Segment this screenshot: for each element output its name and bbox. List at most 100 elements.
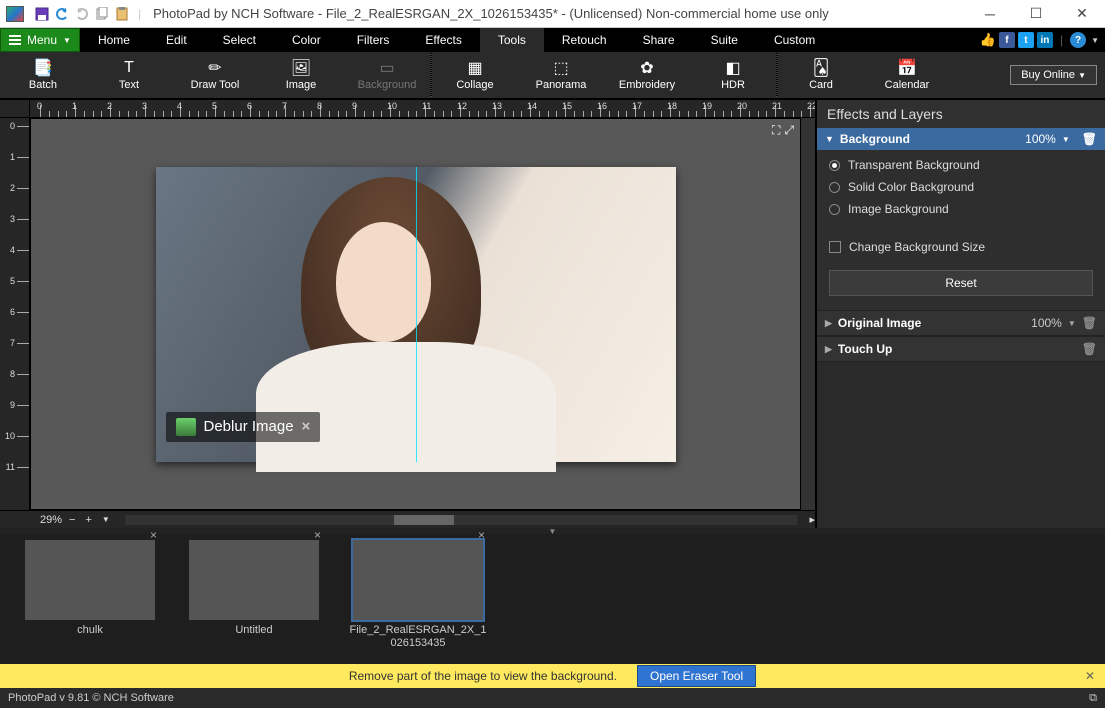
save-icon[interactable] <box>34 6 50 22</box>
tool-card[interactable]: 🂡Card <box>778 59 864 91</box>
scroll-right-arrow[interactable]: ▸ <box>809 513 815 526</box>
twitter-icon[interactable]: t <box>1018 32 1034 48</box>
radio-transparent-background[interactable]: Transparent Background <box>829 158 1093 172</box>
checkbox-icon <box>829 241 841 253</box>
undo-icon[interactable] <box>54 6 70 22</box>
change-bg-size-checkbox[interactable]: Change Background Size <box>829 240 1093 254</box>
canvas-viewport[interactable]: ⛶ ⤢ Deblur Image × <box>30 118 801 510</box>
close-button[interactable]: ✕ <box>1059 0 1105 28</box>
redo-icon[interactable] <box>74 6 90 22</box>
document-thumbnails: ×chulk×Untitled×File_2_RealESRGAN_2X_102… <box>0 534 1105 664</box>
thumbnail-image[interactable]: × <box>189 540 319 620</box>
menu-dropdown[interactable]: Menu ▼ <box>0 28 80 52</box>
canvas-area: 012345678910111213141516171819202122 012… <box>0 100 815 528</box>
thumb-close-icon[interactable]: × <box>314 528 321 542</box>
open-eraser-button[interactable]: Open Eraser Tool <box>637 665 756 687</box>
layer-opacity[interactable]: 100% <box>1025 132 1056 146</box>
layer-touch-up[interactable]: ▶ Touch Up 🗑 <box>817 336 1105 362</box>
minimize-button[interactable]: ─ <box>967 0 1013 28</box>
maximize-button[interactable]: ☐ <box>1013 0 1059 28</box>
menu-home[interactable]: Home <box>80 28 148 52</box>
menu-retouch[interactable]: Retouch <box>544 28 625 52</box>
zoom-out-button[interactable]: − <box>66 514 78 526</box>
card-icon: 🂡 <box>811 59 831 77</box>
tool-batch[interactable]: 📑Batch <box>0 59 86 91</box>
thumb-chulk[interactable]: × chulk <box>20 540 160 637</box>
tool-collage[interactable]: ▦Collage <box>432 59 518 91</box>
radio-solid-color-background[interactable]: Solid Color Background <box>829 180 1093 194</box>
buy-online-button[interactable]: Buy Online ▼ <box>1010 65 1097 85</box>
status-bar: PhotoPad v 9.81 © NCH Software ⧉ <box>0 688 1105 708</box>
status-text: PhotoPad v 9.81 © NCH Software <box>8 692 174 704</box>
menu-effects[interactable]: Effects <box>407 28 479 52</box>
trash-icon[interactable]: 🗑 <box>1082 342 1097 356</box>
hdr-icon: ◧ <box>723 59 743 77</box>
facebook-icon[interactable]: f <box>999 32 1015 48</box>
hint-text: Remove part of the image to view the bac… <box>349 669 617 683</box>
trash-icon[interactable]: 🗑 <box>1082 316 1097 330</box>
thumbs-up-icon[interactable]: 👍 <box>980 32 996 48</box>
menu-custom[interactable]: Custom <box>756 28 833 52</box>
zoom-dropdown[interactable]: ▼ <box>99 515 113 524</box>
maximize-view-icon[interactable]: ⤢ <box>784 123 794 138</box>
layer-background-header[interactable]: ▼ Background 100% ▼ 🗑 <box>817 128 1105 150</box>
menu-edit[interactable]: Edit <box>148 28 205 52</box>
thumb-untitled[interactable]: ×Untitled <box>184 540 324 637</box>
help-icon[interactable]: ? <box>1070 32 1086 48</box>
menu-dropdown-label: Menu <box>27 33 57 47</box>
trash-icon[interactable]: 🗑 <box>1082 132 1097 146</box>
window-title: PhotoPad by NCH Software - File_2_RealES… <box>145 6 967 21</box>
tool-text[interactable]: TText <box>86 59 172 91</box>
reset-button[interactable]: Reset <box>829 270 1093 296</box>
panel-title: Effects and Layers <box>817 100 1105 128</box>
layer-background-body: Transparent Background Solid Color Backgr… <box>817 150 1105 310</box>
ruler-vertical: 01234567891011 <box>0 118 30 510</box>
thumb-close-icon[interactable]: × <box>150 528 157 542</box>
chevron-right-icon: ▶ <box>825 344 832 355</box>
tool-calendar[interactable]: 📅Calendar <box>864 59 950 91</box>
copy-icon[interactable] <box>94 6 110 22</box>
layer-original-image[interactable]: ▶ Original Image 100% ▼ 🗑 <box>817 310 1105 336</box>
fullscreen-icon[interactable]: ⛶ <box>772 123 780 138</box>
effects-layers-panel: Effects and Layers ▼ Background 100% ▼ 🗑… <box>815 100 1105 528</box>
menu-share[interactable]: Share <box>625 28 693 52</box>
deblur-close-icon[interactable]: × <box>302 418 311 435</box>
ruler-horizontal: 012345678910111213141516171819202122 <box>30 100 815 118</box>
quick-access-toolbar <box>30 6 134 22</box>
tool-hdr[interactable]: ◧HDR <box>690 59 776 91</box>
menu-filters[interactable]: Filters <box>339 28 408 52</box>
zoom-in-button[interactable]: + <box>82 514 94 526</box>
deblur-chip[interactable]: Deblur Image × <box>166 412 321 442</box>
scrollbar-vertical[interactable] <box>801 118 815 510</box>
tool-embroidery[interactable]: ✿Embroidery <box>604 59 690 91</box>
radio-image-background[interactable]: Image Background <box>829 202 1093 216</box>
linkedin-icon[interactable]: in <box>1037 32 1053 48</box>
ruler-corner <box>0 100 30 118</box>
window-controls: ─ ☐ ✕ <box>967 0 1105 28</box>
tool-image[interactable]: 🖼Image <box>258 59 344 91</box>
guide-line[interactable] <box>416 167 417 462</box>
menu-suite[interactable]: Suite <box>693 28 756 52</box>
hint-close-icon[interactable]: ✕ <box>1085 669 1095 683</box>
tool-draw-tool[interactable]: ✏Draw Tool <box>172 59 258 91</box>
tool-panorama[interactable]: ⬚Panorama <box>518 59 604 91</box>
deblur-icon <box>176 418 196 436</box>
menu-select[interactable]: Select <box>205 28 274 52</box>
menu-color[interactable]: Color <box>274 28 339 52</box>
ribbon-toolbar: 📑BatchTText✏Draw Tool🖼Image▭Background ▦… <box>0 52 1105 100</box>
thumbnail-caption: File_2_RealESRGAN_2X_1026153435 <box>348 624 488 650</box>
scrollbar-horizontal[interactable] <box>125 515 798 525</box>
thumbnail-caption: chulk <box>77 624 103 637</box>
menu-tools[interactable]: Tools <box>480 28 544 52</box>
popout-icon[interactable]: ⧉ <box>1089 692 1097 705</box>
background-icon: ▭ <box>377 59 397 77</box>
thumbnail-image[interactable]: × <box>353 540 483 620</box>
thumb-file-2-realesrgan-2x-1026153435[interactable]: × File_2_RealESRGAN_2X_1026153435 <box>348 540 488 650</box>
thumbnail-image[interactable]: × <box>25 540 155 620</box>
hint-bar: Remove part of the image to view the bac… <box>0 664 1105 688</box>
layer-background-label: Background <box>840 132 910 146</box>
photo-canvas[interactable]: Deblur Image × <box>156 167 676 462</box>
thumb-close-icon[interactable]: × <box>478 528 485 542</box>
paste-icon[interactable] <box>114 6 130 22</box>
zoom-value: 29% <box>40 514 62 526</box>
